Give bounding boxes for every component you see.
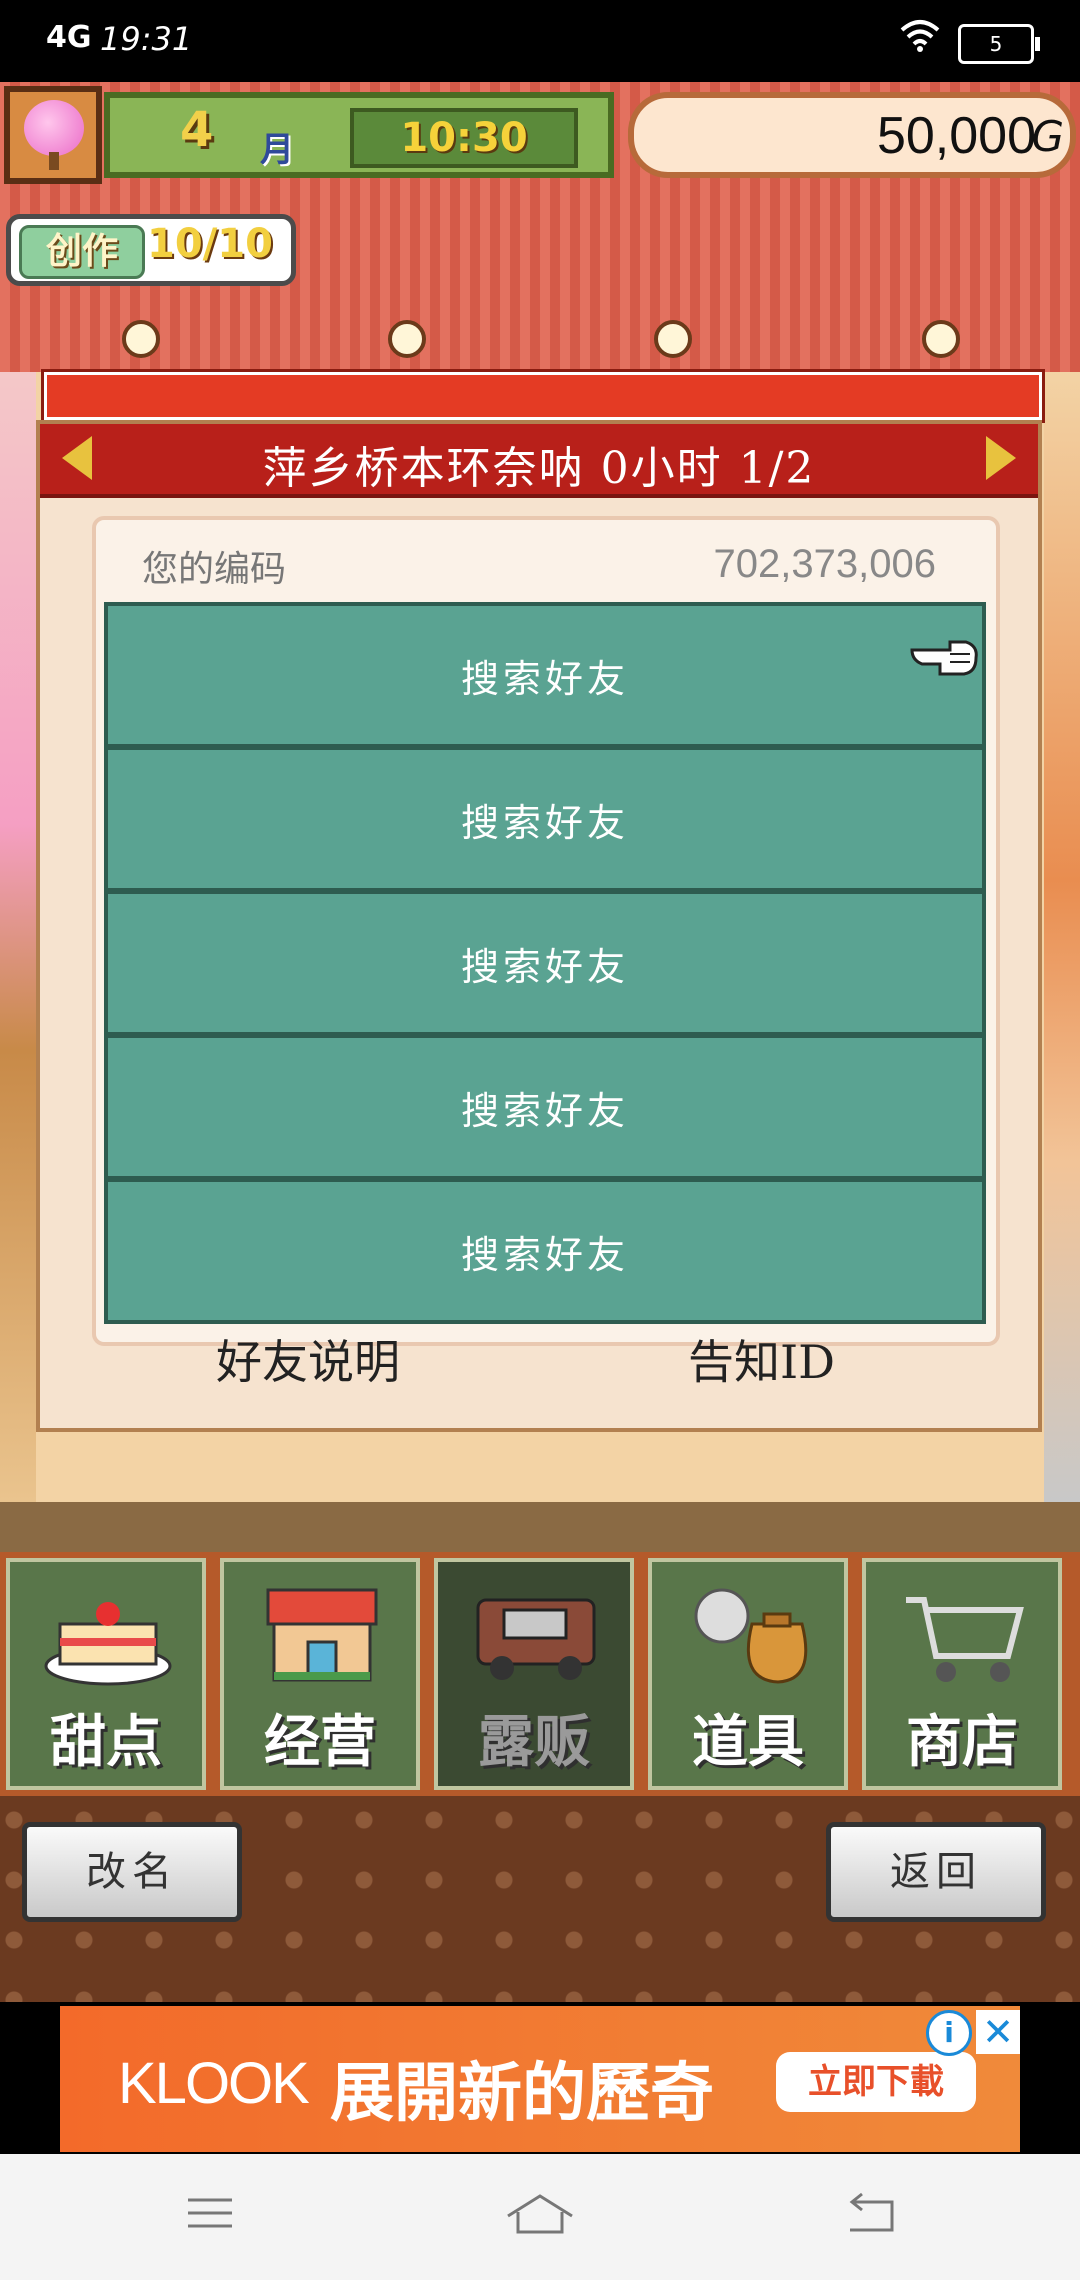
ad-download-button[interactable]: 立即下載 <box>776 2052 976 2112</box>
shopping-cart-icon <box>896 1580 1032 1690</box>
system-nav-bar <box>0 2154 1080 2280</box>
search-friend-button[interactable]: 搜索好友 <box>104 1178 986 1324</box>
ad-banner[interactable]: KLOOK 展開新的歷奇 立即下載 i ✕ <box>60 2006 1020 2152</box>
menu-icon[interactable] <box>170 2188 250 2248</box>
status-time: 19:31 <box>100 20 193 58</box>
tab-shop[interactable]: 商店 <box>862 1558 1062 1790</box>
tab-label: 经营 <box>264 1710 376 1775</box>
wifi-icon <box>900 18 940 61</box>
dialog-header: 萍乡桥本环奈呐 0小时 1/2 <box>40 424 1038 498</box>
money-unit: G <box>1031 112 1064 161</box>
friend-help-link[interactable]: 好友说明 <box>216 1326 400 1392</box>
month-number: 4 <box>180 102 214 158</box>
craft-counter: 创作 10/10 <box>6 214 296 286</box>
tab-label: 露贩 <box>478 1710 590 1775</box>
home-icon[interactable] <box>500 2188 580 2248</box>
rename-button[interactable]: 改名 <box>22 1822 242 1922</box>
dialog-title: 萍乡桥本环奈呐 0小时 1/2 <box>262 443 816 494</box>
food-truck-icon <box>468 1580 604 1690</box>
search-friend-button[interactable]: 搜索好友 <box>104 746 986 892</box>
item-bag-icon <box>682 1580 818 1690</box>
tab-label: 甜点 <box>50 1710 162 1775</box>
back-button[interactable]: 返回 <box>826 1822 1046 1922</box>
signal-indicator: 4G <box>46 20 92 55</box>
friends-dialog: 萍乡桥本环奈呐 0小时 1/2 您的编码 702,373,006 搜索好友 搜索… <box>36 420 1042 1432</box>
lamp-icon <box>388 320 426 358</box>
tab-label: 商店 <box>906 1710 1018 1775</box>
tab-dessert[interactable]: 甜点 <box>6 1558 206 1790</box>
close-icon[interactable]: ✕ <box>976 2010 1020 2054</box>
friend-slot-list: 搜索好友 搜索好友 搜索好友 搜索好友 搜索好友 <box>104 602 986 1324</box>
cherry-tree-icon[interactable] <box>4 86 102 184</box>
shop-sign-bar <box>44 372 1042 420</box>
search-friend-button[interactable]: 搜索好友 <box>104 890 986 1036</box>
cake-icon <box>40 1580 176 1690</box>
tab-stall[interactable]: 露贩 <box>434 1558 634 1790</box>
info-icon[interactable]: i <box>926 2010 972 2056</box>
month-label: 月 <box>260 130 294 170</box>
ad-text: 展開新的歷奇 <box>330 2057 714 2131</box>
scene-left-edge <box>0 372 36 1502</box>
tab-items[interactable]: 道具 <box>648 1558 848 1790</box>
battery-icon: 5 <box>958 24 1040 64</box>
status-bar: 4G 19:31 5 <box>0 0 1080 82</box>
back-nav-icon[interactable] <box>830 2188 910 2248</box>
main-tab-bar: 甜点 经营 露贩 道具 商店 <box>0 1552 1080 1796</box>
search-friend-button[interactable]: 搜索好友 <box>104 602 986 748</box>
money-value: 50,000 <box>876 107 1036 165</box>
shop-building-icon <box>254 1580 390 1690</box>
game-scene: 4 月 10:30 50,000 G 创作 10/10 萍乡桥本环奈呐 0小时 … <box>0 82 1080 2002</box>
game-clock: 10:30 <box>350 108 578 168</box>
bottom-action-bar: 改名 返回 <box>0 1796 1080 2002</box>
lamp-icon <box>922 320 960 358</box>
code-label: 您的编码 <box>142 549 287 590</box>
pointing-hand-icon <box>910 632 980 682</box>
money-panel: 50,000 G <box>628 92 1076 178</box>
share-id-link[interactable]: 告知ID <box>688 1326 835 1392</box>
craft-label: 创作 <box>19 225 145 279</box>
tab-management[interactable]: 经营 <box>220 1558 420 1790</box>
search-friend-button[interactable]: 搜索好友 <box>104 1034 986 1180</box>
lamp-icon <box>122 320 160 358</box>
ad-brand: KLOOK <box>118 2051 310 2116</box>
code-value: 702,373,006 <box>713 542 936 586</box>
friends-panel: 您的编码 702,373,006 搜索好友 搜索好友 搜索好友 搜索好友 搜索好… <box>92 516 1000 1346</box>
date-panel: 4 月 10:30 <box>104 92 614 178</box>
arrow-right-icon[interactable] <box>986 436 1016 480</box>
tab-label: 道具 <box>692 1710 804 1775</box>
scene-right-edge <box>1044 372 1080 1502</box>
lamp-icon <box>654 320 692 358</box>
craft-value: 10/10 <box>147 221 273 267</box>
